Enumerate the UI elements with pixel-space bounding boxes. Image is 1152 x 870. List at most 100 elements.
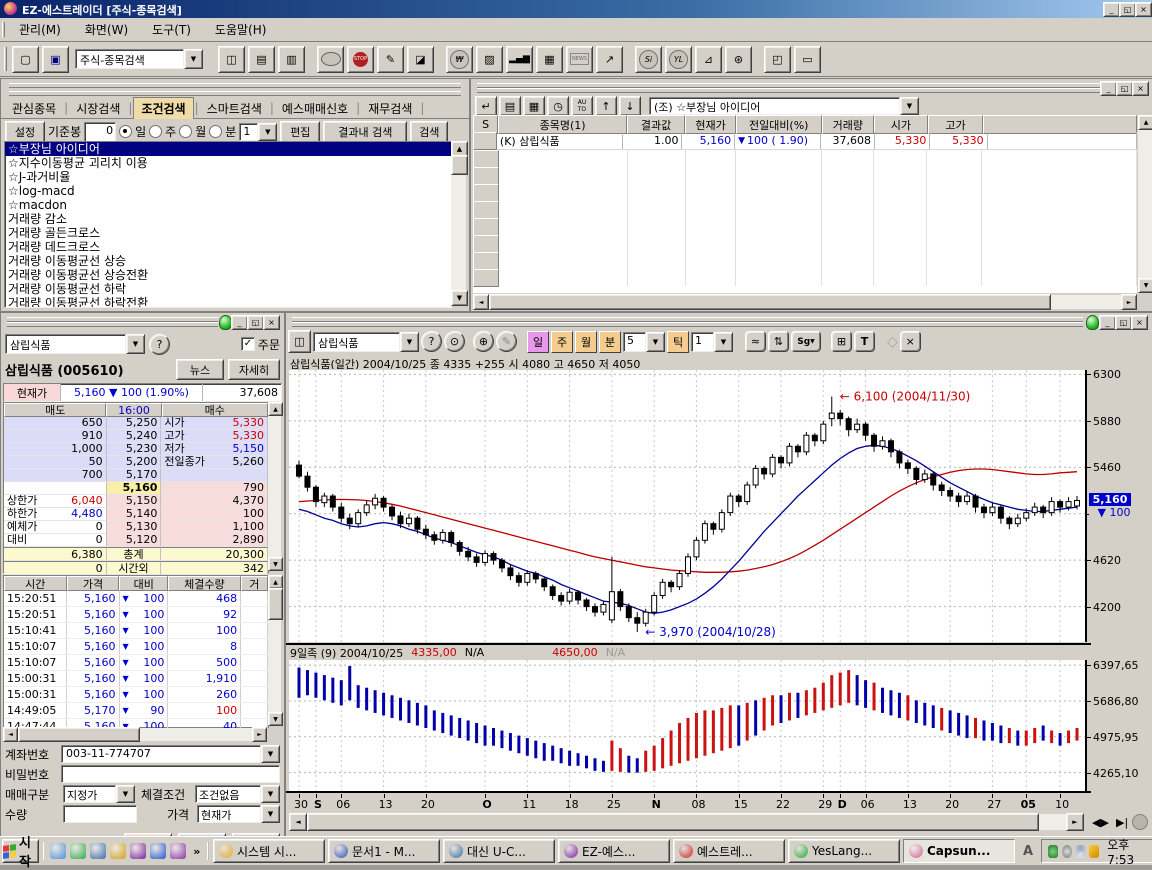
tray-network-icon[interactable] (1076, 845, 1086, 858)
condition-item[interactable]: 거래량 감소 (5, 212, 451, 226)
ie-icon[interactable] (90, 843, 106, 859)
tasks-grip[interactable] (207, 842, 209, 860)
restore-button[interactable]: ◱ (1116, 81, 1133, 96)
task-button[interactable]: YesLang... (788, 839, 900, 863)
eraser-icon[interactable]: ◪ (407, 46, 434, 73)
tick-hscrollbar[interactable]: ◄ ► (3, 728, 267, 741)
detail-button[interactable]: 자세히 (228, 359, 280, 380)
scroll-left-icon[interactable]: ◄ (3, 727, 18, 742)
blank-window-icon[interactable]: ▭ (794, 46, 821, 73)
scroll-left-icon[interactable]: ◄ (473, 294, 489, 310)
tick-col-4[interactable]: 거 (241, 576, 268, 591)
panel-drag-handle2[interactable] (9, 91, 461, 96)
menu-manage[interactable]: 관리(M) (7, 21, 73, 38)
close-button[interactable]: × (1132, 81, 1149, 96)
diamond-icon[interactable]: ◇ (887, 334, 898, 350)
sell-header[interactable]: 매도 (4, 403, 106, 417)
condition-item[interactable]: ☆J-과거비율 (5, 170, 451, 184)
book-scrollbar[interactable]: ▲ ▼ (268, 402, 281, 571)
scroll-right-icon[interactable]: ► (1121, 294, 1137, 310)
signal-icon[interactable]: Sg▼ (791, 331, 821, 352)
scroll-down-icon[interactable]: ▼ (1138, 278, 1152, 293)
tick-col-2[interactable]: 대비 (119, 576, 168, 591)
chart-stock-combo[interactable]: 삼립식품▼ (313, 332, 419, 352)
row-selector[interactable] (473, 132, 497, 150)
chevron-down-icon[interactable]: ▼ (258, 123, 277, 141)
chevron-down-icon[interactable]: ▼ (900, 97, 919, 115)
trend-arrow-icon[interactable]: ↗ (596, 46, 623, 73)
scroll-down-icon[interactable]: ▼ (268, 557, 283, 571)
pencil-icon[interactable]: ✎ (496, 331, 517, 352)
chart-nav-circle-icon[interactable] (1132, 814, 1148, 830)
media-icon[interactable] (130, 843, 146, 859)
tick-row[interactable]: 14:49:055,170▼90100 (4, 703, 268, 719)
auto-icon[interactable]: AU TO (571, 96, 593, 116)
order-toggle[interactable]: ✓ 주문 (241, 336, 280, 353)
minimize-button[interactable]: _ (1103, 2, 1120, 17)
condition-list-scrollbar[interactable]: ▲ ▼ (451, 141, 466, 306)
main-chart[interactable]: ← 6,100 (2004/11/30)← 3,970 (2004/10/28) (289, 370, 1087, 642)
chevron-more-icon[interactable]: » (190, 845, 203, 858)
zoom-icon[interactable]: ⊙ (444, 331, 465, 352)
start-button[interactable]: 시작 (2, 839, 39, 863)
scroll-thumb[interactable] (451, 155, 468, 175)
news-button[interactable]: 뉴스 (176, 359, 224, 380)
condition-item[interactable]: 거래량 골든크로스 (5, 226, 451, 240)
chart-nav-end-icon[interactable]: ▶| (1116, 816, 1128, 829)
condition-item[interactable]: ☆macdon (5, 198, 451, 212)
chevron-down-icon[interactable]: ▼ (646, 332, 665, 352)
tick-button[interactable]: 틱 (667, 331, 689, 353)
scroll-up-icon[interactable]: ▲ (1138, 115, 1152, 130)
radio-week[interactable]: 주 (149, 123, 176, 140)
search-button[interactable]: 검색 (410, 121, 448, 143)
tray-security-icon[interactable] (1089, 845, 1099, 858)
scroll-right-icon[interactable]: ► (252, 727, 267, 742)
chevron-down-icon[interactable]: ▼ (400, 332, 419, 352)
indicator-chart[interactable] (289, 660, 1087, 791)
condition-item[interactable]: ☆지수이동평균 괴리치 이용 (5, 156, 451, 170)
radio-minute[interactable]: 분 (209, 123, 236, 140)
tray-volume-icon[interactable] (1062, 845, 1072, 858)
form-search-icon[interactable]: ▨ (476, 46, 503, 73)
condition-combo[interactable]: (조) ☆부장님 아이디어▼ (649, 97, 919, 115)
chart-hscrollbar[interactable]: ◄ ► (289, 814, 1084, 830)
condition-item[interactable]: 거래량 데드크로스 (5, 240, 451, 254)
menu-help[interactable]: 도움말(H) (203, 21, 279, 38)
line-chart-icon[interactable]: ≈ (745, 331, 766, 352)
grid-icon[interactable]: ▦ (523, 96, 545, 116)
tick-row[interactable]: 15:20:515,160▼100468 (4, 591, 268, 607)
tab-관심종목[interactable]: 관심종목 (5, 98, 63, 119)
scroll-thumb[interactable] (268, 588, 283, 620)
task-button[interactable]: Capsun... (903, 839, 1015, 863)
up-arrow-icon[interactable]: ↑ (595, 96, 617, 116)
row-selector[interactable] (473, 269, 499, 287)
list-icon[interactable]: ▤ (499, 96, 521, 116)
clock-icon[interactable]: ◷ (547, 96, 569, 116)
condition-item[interactable]: 거래량 이동평균선 하락 (5, 282, 451, 296)
taskbar-clock[interactable]: 오후 7:53 (1103, 836, 1147, 867)
tab-재무검색[interactable]: 재무검색 (361, 98, 419, 119)
yl-icon[interactable]: YL (665, 46, 692, 73)
alert-bulb-icon[interactable] (1086, 315, 1099, 330)
result-search-button[interactable]: 결과내 검색 (323, 121, 407, 143)
menu-grip[interactable] (2, 22, 5, 37)
scroll-up-icon[interactable]: ▲ (268, 402, 283, 416)
si-icon[interactable]: Si (635, 46, 662, 73)
stock-combo[interactable]: 삼립식품▼ (5, 334, 145, 354)
scroll-right-icon[interactable]: ► (1066, 813, 1084, 831)
row-selector[interactable] (473, 184, 499, 202)
chart-nav-prev-icon[interactable]: ◀▶ (1092, 816, 1109, 829)
bar-chart-icon[interactable]: ▂▄▆ (506, 46, 533, 73)
menu-tools[interactable]: 도구(T) (140, 21, 203, 38)
task-button[interactable]: EZ-예스... (558, 839, 670, 863)
close-button[interactable]: × (1131, 315, 1148, 330)
stock-search-icon[interactable]: ▥ (278, 46, 305, 73)
chart-minute-combo[interactable]: 5▼ (623, 332, 665, 352)
table-row[interactable]: (K) 삼립식품1.005,160▼100 ( 1.90)37,6085,330… (473, 132, 1137, 150)
help-icon[interactable]: ? (421, 331, 442, 352)
quicklaunch-grip[interactable] (43, 842, 45, 860)
tick-vscrollbar[interactable]: ▲ ▼ (268, 575, 281, 726)
news-icon[interactable]: NEWS (566, 46, 593, 73)
scroll-up-icon[interactable]: ▲ (268, 575, 283, 589)
tick-col-0[interactable]: 시간 (4, 576, 67, 591)
